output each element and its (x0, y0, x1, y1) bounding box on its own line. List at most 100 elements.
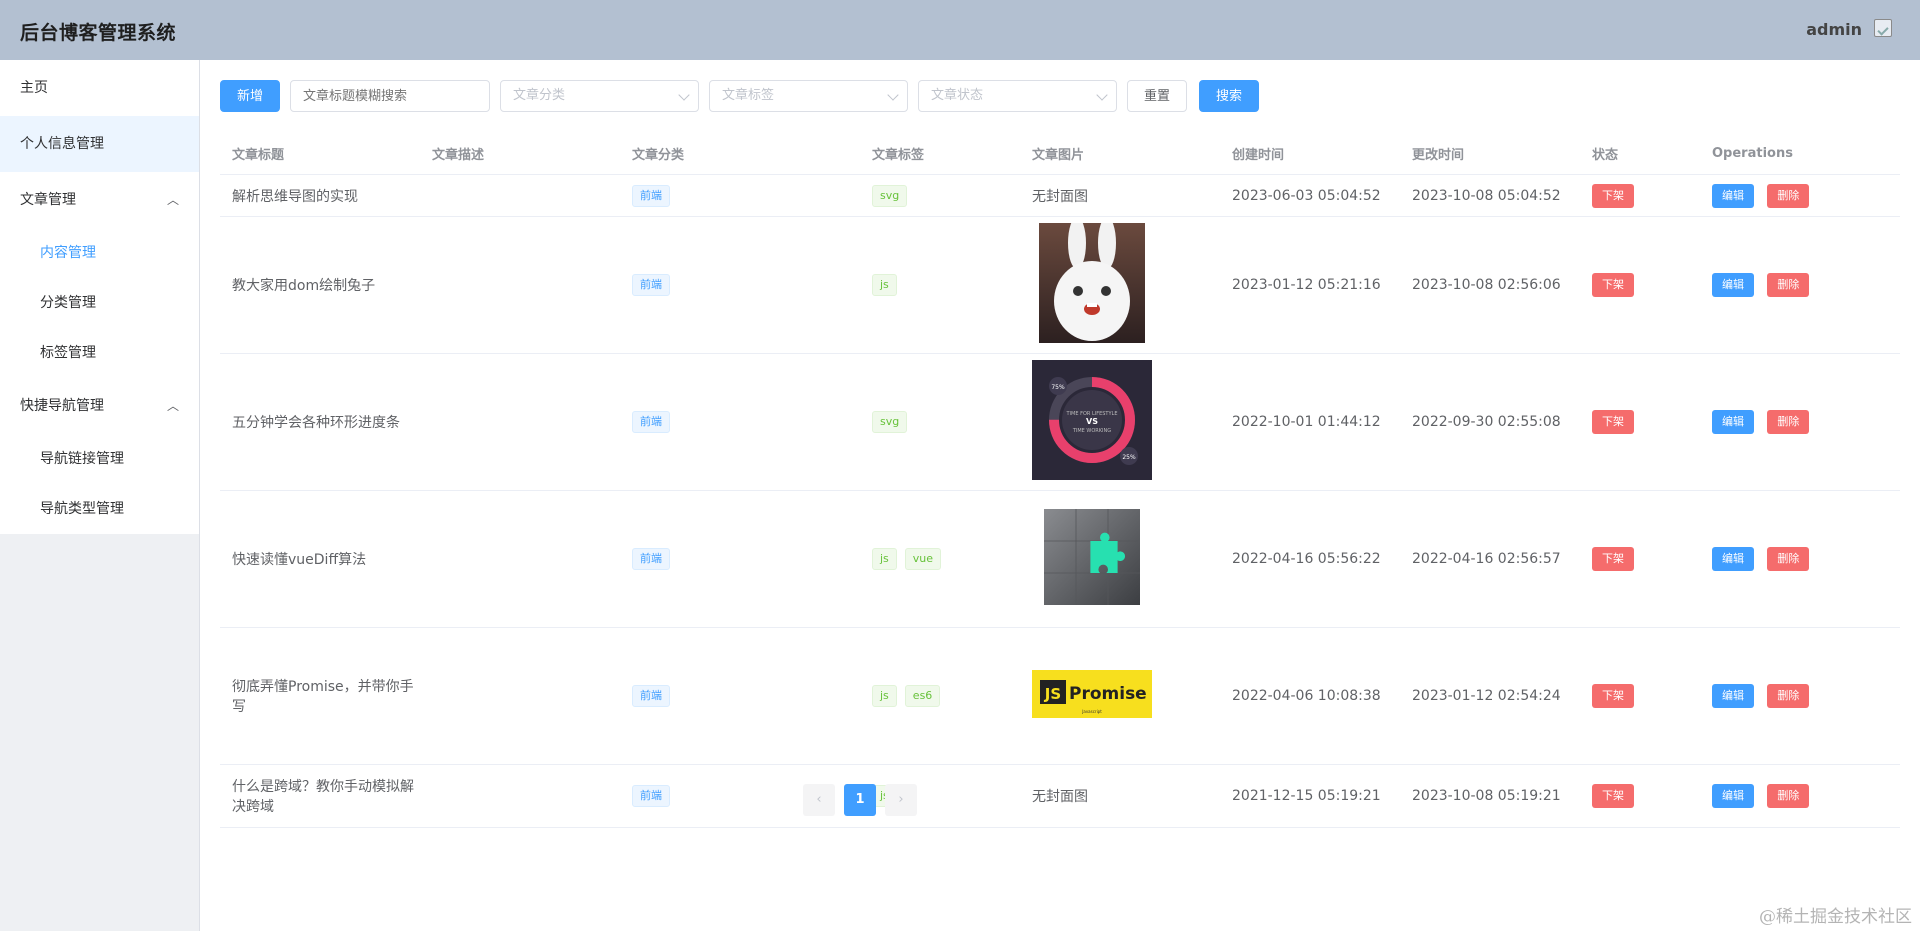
title-search-input[interactable] (290, 80, 490, 112)
label-tag: js (872, 548, 897, 570)
edit-button[interactable]: 编辑 (1712, 547, 1754, 571)
sidebar: 主页 个人信息管理 文章管理 ︿ 内容管理 分类管理 标签管理 快捷导航管理 ︿ 导… (0, 60, 200, 931)
avatar-icon[interactable] (1874, 19, 1892, 37)
delete-button[interactable]: 删除 (1767, 410, 1810, 434)
chevron-up-icon: ︿ (166, 193, 179, 207)
edit-button[interactable]: 编辑 (1712, 410, 1754, 434)
main-content: 新增 文章分类 文章标签 文章状态 重置 搜索 文章标题 文章描述 文章分类 文… (200, 60, 1920, 931)
delete-button[interactable]: 删除 (1767, 684, 1810, 708)
sidebar-item-nav-links[interactable]: 导航链接管理 (0, 434, 199, 484)
created-time: 2022-10-01 01:44:12 (1220, 353, 1400, 491)
created-time: 2023-06-03 05:04:52 (1220, 174, 1400, 217)
chevron-down-icon (1096, 89, 1108, 101)
sidebar-item-content[interactable]: 内容管理 (0, 228, 199, 278)
promise-image-js: JS (1044, 685, 1061, 703)
pagination: ‹ 1 › (803, 784, 917, 816)
column-header: Operations (1700, 132, 1900, 175)
sidebar-group-navigation[interactable]: 快捷导航管理 ︿ (0, 378, 199, 434)
ring-image-vs: VS (1086, 417, 1098, 426)
article-desc (420, 490, 620, 628)
category-tag: 前端 (632, 548, 670, 570)
offline-button[interactable]: 下架 (1592, 273, 1634, 297)
reset-button[interactable]: 重置 (1127, 80, 1187, 112)
offline-button[interactable]: 下架 (1592, 684, 1634, 708)
search-button[interactable]: 搜索 (1199, 80, 1259, 112)
sidebar-item-label: 快捷导航管理 (20, 398, 104, 414)
created-time: 2021-12-15 05:19:21 (1220, 764, 1400, 828)
sidebar-item-label: 标签管理 (40, 345, 96, 361)
category-tag: 前端 (632, 785, 670, 807)
sidebar-item-label: 个人信息管理 (20, 136, 104, 152)
top-header: 后台博客管理系统 admin (0, 0, 1920, 60)
label-tag: svg (872, 411, 908, 433)
updated-time: 2023-10-08 05:19:21 (1400, 764, 1580, 828)
offline-button[interactable]: 下架 (1592, 410, 1634, 434)
delete-button[interactable]: 删除 (1767, 183, 1810, 208)
updated-time: 2022-09-30 02:55:08 (1400, 353, 1580, 491)
label-tag: es6 (904, 685, 941, 707)
tag-select-placeholder: 文章标签 (722, 88, 775, 103)
status-select[interactable]: 文章状态 (918, 80, 1117, 112)
category-tag: 前端 (632, 685, 670, 707)
promise-cover-image: JS Promise Javascript (1032, 670, 1152, 718)
column-header: 文章分类 (620, 132, 860, 175)
sidebar-item-label: 导航链接管理 (40, 451, 124, 467)
updated-time: 2023-10-08 02:56:06 (1400, 216, 1580, 354)
watermark: @稀土掘金技术社区 (1759, 907, 1912, 927)
prev-page-button[interactable]: ‹ (803, 784, 835, 816)
article-title: 彻底弄懂Promise，并带你手写 (220, 627, 420, 765)
add-button[interactable]: 新增 (220, 80, 280, 112)
next-page-button[interactable]: › (885, 784, 917, 816)
sidebar-item-label: 导航类型管理 (40, 501, 124, 517)
delete-button[interactable]: 删除 (1767, 273, 1810, 297)
puzzle-cover-image (1044, 509, 1140, 605)
sidebar-item-nav-types[interactable]: 导航类型管理 (0, 484, 199, 534)
article-desc (420, 353, 620, 491)
no-cover-text: 无封面图 (1020, 764, 1220, 828)
column-header: 文章标签 (860, 132, 1020, 175)
sidebar-item-label: 分类管理 (40, 295, 96, 311)
edit-button[interactable]: 编辑 (1712, 684, 1754, 708)
category-select[interactable]: 文章分类 (500, 80, 699, 112)
created-time: 2022-04-16 05:56:22 (1220, 490, 1400, 628)
tag-select[interactable]: 文章标签 (709, 80, 908, 112)
sidebar-item-label: 文章管理 (20, 192, 76, 208)
offline-button[interactable]: 下架 (1592, 547, 1634, 571)
delete-button[interactable]: 删除 (1767, 784, 1810, 808)
category-tag: 前端 (632, 274, 670, 296)
sidebar-item-profile[interactable]: 个人信息管理 (0, 116, 199, 172)
app-title: 后台博客管理系统 (20, 22, 177, 44)
article-desc (420, 216, 620, 354)
label-tag: svg (872, 184, 908, 207)
delete-button[interactable]: 删除 (1767, 547, 1810, 571)
page-number[interactable]: 1 (844, 784, 876, 816)
ring-image-pct-low: 25% (1122, 454, 1136, 461)
edit-button[interactable]: 编辑 (1712, 784, 1754, 808)
ring-image-pct-high: 75% (1051, 384, 1065, 391)
promise-image-sub: Javascript (1081, 709, 1102, 714)
edit-button[interactable]: 编辑 (1712, 183, 1754, 208)
sidebar-menu: 主页 个人信息管理 文章管理 ︿ 内容管理 分类管理 标签管理 快捷导航管理 ︿ 导… (0, 60, 199, 534)
column-header: 文章标题 (220, 132, 420, 175)
articles-table: 文章标题 文章描述 文章分类 文章标签 文章图片 创建时间 更改时间 状态 Op… (220, 132, 1900, 828)
offline-button[interactable]: 下架 (1592, 183, 1634, 208)
label-tag: js (872, 274, 897, 296)
chevron-down-icon (887, 89, 899, 101)
column-header: 更改时间 (1400, 132, 1580, 175)
offline-button[interactable]: 下架 (1592, 784, 1634, 808)
ring-image-line2: TIME WORKING (1072, 428, 1111, 434)
chevron-up-icon: ︿ (166, 399, 179, 413)
username[interactable]: admin (1806, 20, 1862, 39)
column-header: 创建时间 (1220, 132, 1400, 175)
table-row: 什么是跨域？教你手动模拟解决跨域 前端 js 无封面图 2021-12-15 0… (220, 764, 1900, 828)
edit-button[interactable]: 编辑 (1712, 273, 1754, 297)
table-row: 教大家用dom绘制兔子 前端 js 2023-01-12 05:21:16 20… (220, 216, 1900, 354)
sidebar-group-articles[interactable]: 文章管理 ︿ (0, 172, 199, 228)
sidebar-item-tags[interactable]: 标签管理 (0, 328, 199, 378)
label-tag: vue (904, 548, 942, 570)
created-time: 2022-04-06 10:08:38 (1220, 627, 1400, 765)
sidebar-item-home[interactable]: 主页 (0, 60, 199, 116)
sidebar-item-categories[interactable]: 分类管理 (0, 278, 199, 328)
column-header: 状态 (1580, 132, 1700, 175)
status-select-placeholder: 文章状态 (931, 88, 984, 103)
